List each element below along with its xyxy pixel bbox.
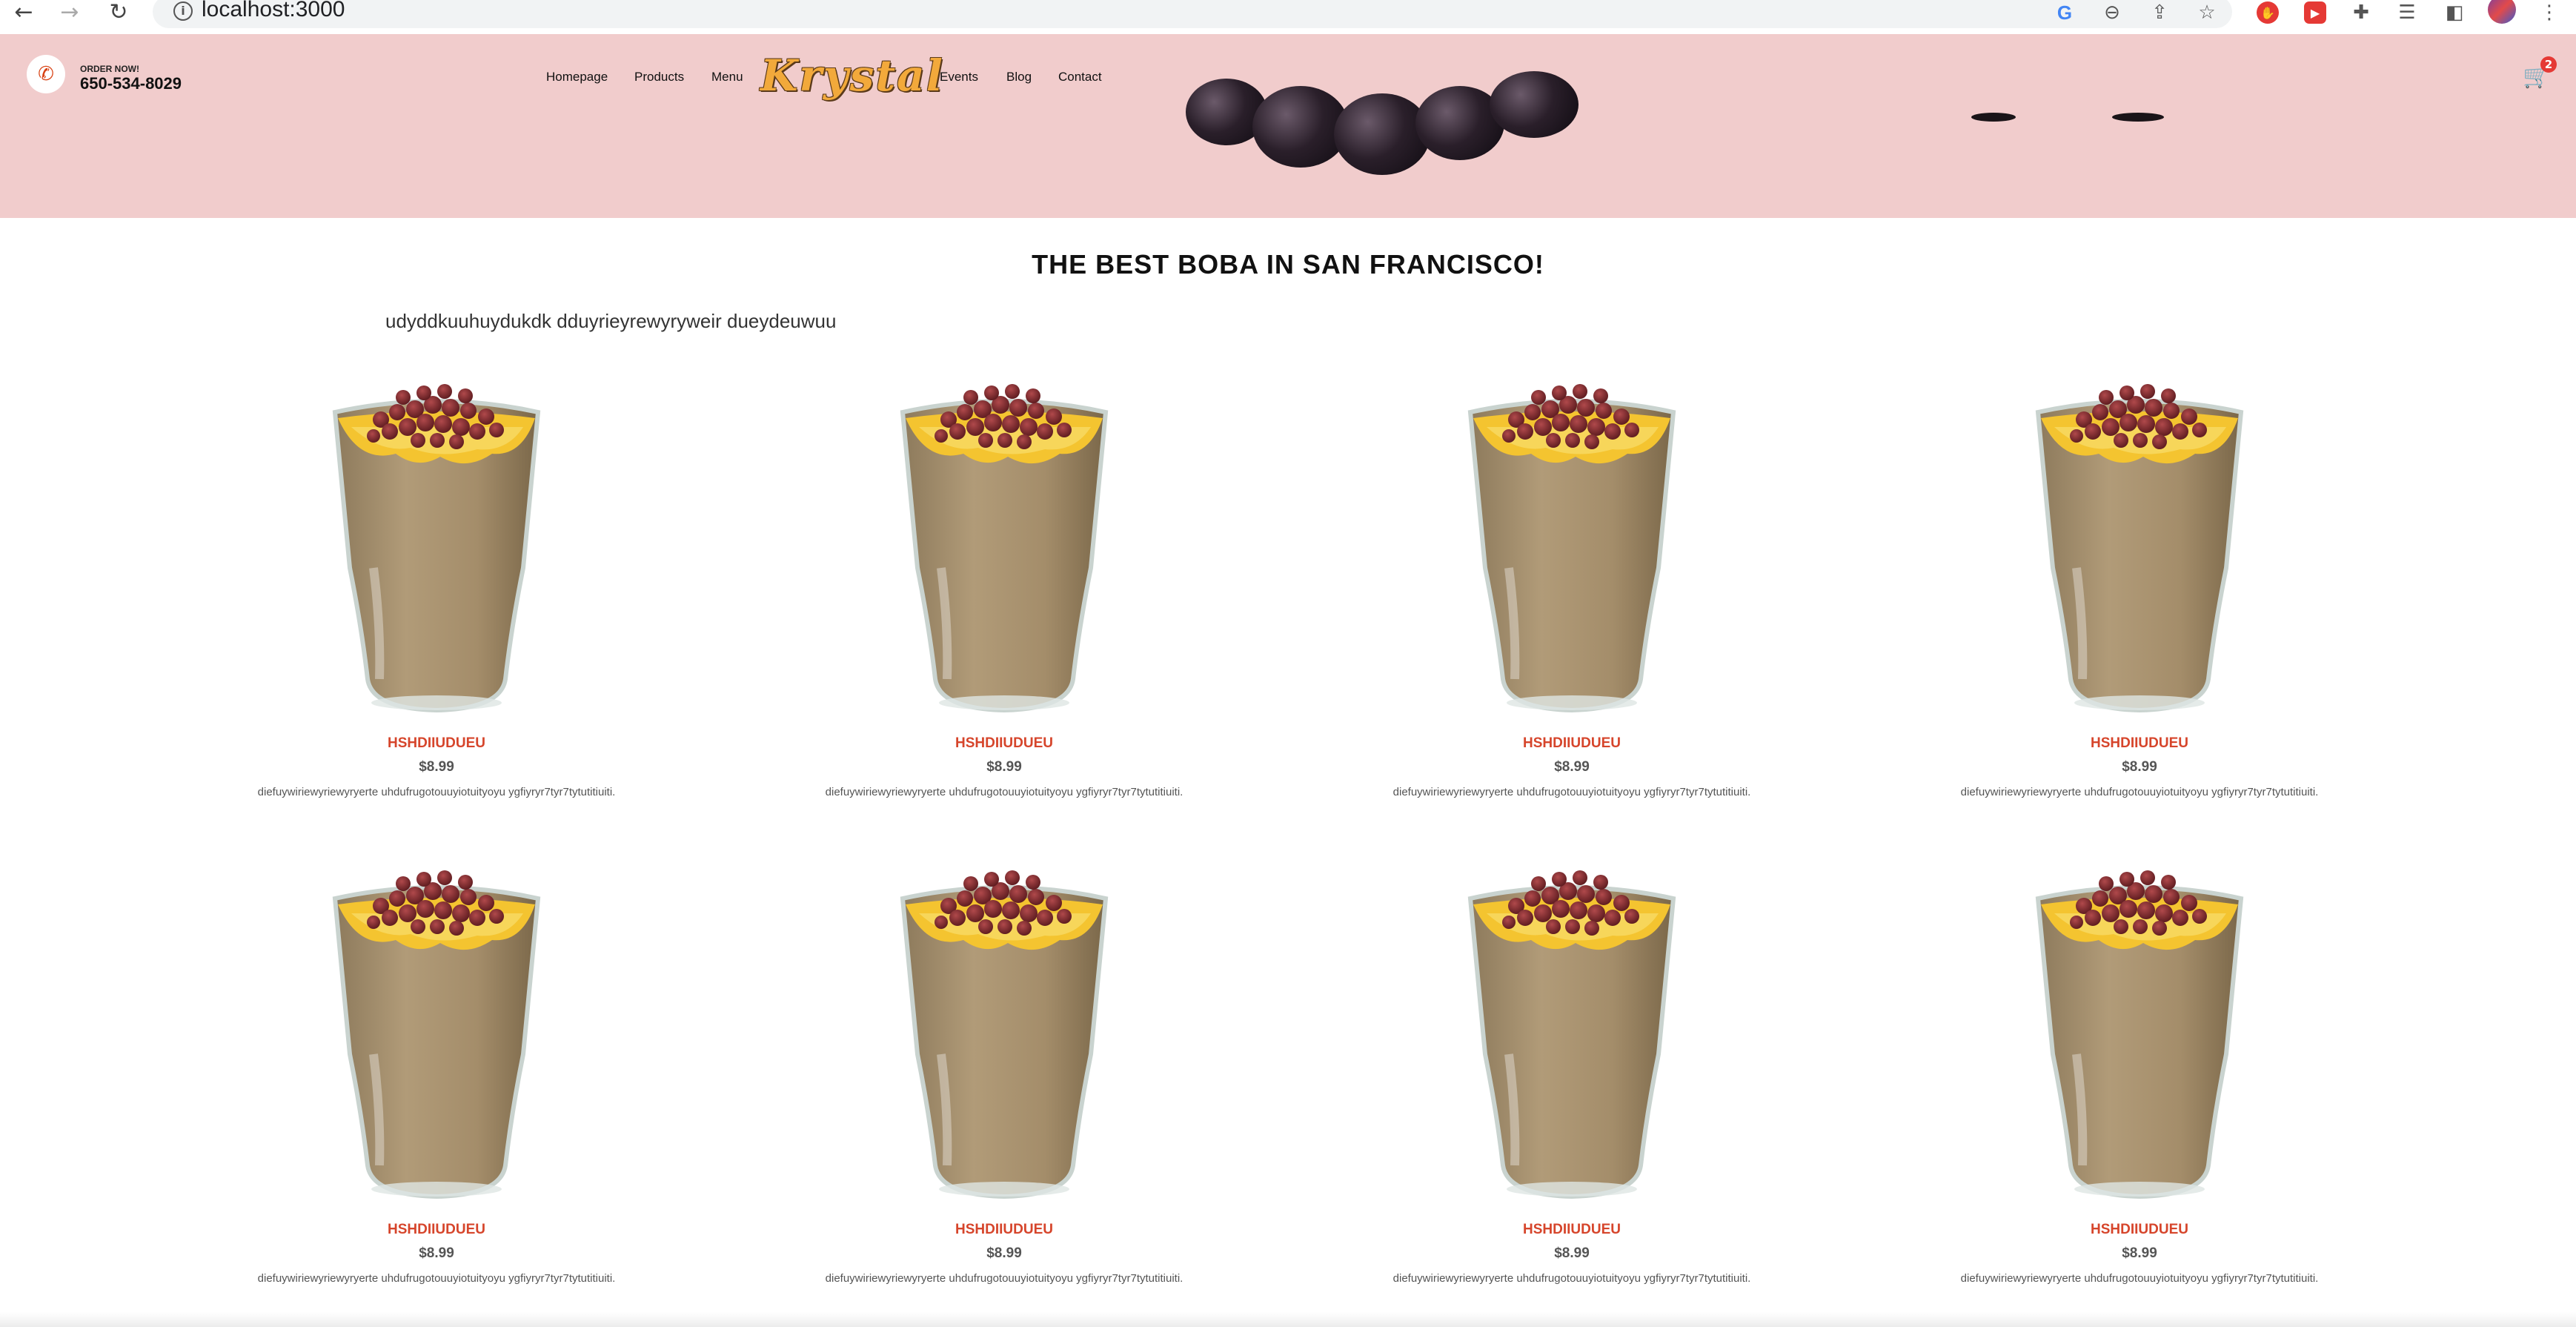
- product-description: diefuywiriewyriewyryerte uhdufrugotouuyi…: [1392, 786, 1751, 798]
- product-name[interactable]: HSHDIIUDUEU: [1288, 735, 1856, 752]
- product-description: diefuywiriewyriewyryerte uhdufrugotouuyi…: [1392, 1272, 1751, 1285]
- boba-cup-image: [329, 383, 544, 715]
- boba-cup-image: [897, 869, 1112, 1201]
- back-icon[interactable]: ←: [7, 0, 40, 25]
- boba-cup-image: [2032, 383, 2247, 715]
- product-price: $8.99: [419, 1245, 454, 1261]
- phone-icon[interactable]: ✆: [27, 55, 65, 93]
- page-bottom-edge: [0, 1312, 2576, 1327]
- product-card[interactable]: HSHDIIUDUEU $8.99 diefuywiriewyriewyryer…: [720, 869, 1288, 1285]
- intro-text: udyddkuuhuydukdk dduyrieyrewyryweir duey…: [385, 310, 837, 332]
- google-icon[interactable]: G: [2050, 0, 2079, 25]
- boba-cup-image: [897, 383, 1112, 715]
- banner-pearl-shadow: [2112, 113, 2164, 122]
- nav-events[interactable]: Events: [940, 70, 978, 85]
- product-description: diefuywiriewyriewyryerte uhdufrugotouuyi…: [257, 1272, 616, 1285]
- product-name[interactable]: HSHDIIUDUEU: [1856, 735, 2423, 752]
- product-price: $8.99: [1554, 1245, 1590, 1261]
- share-icon[interactable]: ⇪: [2145, 0, 2174, 25]
- product-price: $8.99: [2122, 1245, 2157, 1261]
- nav-products[interactable]: Products: [634, 70, 684, 85]
- product-description: diefuywiriewyriewyryerte uhdufrugotouuyi…: [1960, 786, 2319, 798]
- product-description: diefuywiriewyriewyryerte uhdufrugotouuyi…: [1960, 1272, 2319, 1285]
- product-card[interactable]: HSHDIIUDUEU $8.99 diefuywiriewyriewyryer…: [1288, 383, 1856, 798]
- product-description: diefuywiriewyriewyryerte uhdufrugotouuyi…: [825, 786, 1184, 798]
- profile-avatar[interactable]: [2487, 0, 2517, 24]
- product-card[interactable]: HSHDIIUDUEU $8.99 diefuywiriewyriewyryer…: [153, 383, 720, 798]
- more-menu-icon[interactable]: ⋮: [2534, 0, 2564, 25]
- site-header: ✆ ORDER NOW! 650-534-8029 Homepage Produ…: [0, 34, 2576, 218]
- product-name[interactable]: HSHDIIUDUEU: [1856, 1222, 2423, 1238]
- zoom-out-icon[interactable]: ⊖: [2097, 0, 2127, 25]
- product-name[interactable]: HSHDIIUDUEU: [153, 1222, 720, 1238]
- reload-icon[interactable]: ↻: [102, 0, 135, 25]
- boba-cup-image: [329, 869, 544, 1201]
- site-logo[interactable]: Krystal: [760, 50, 944, 101]
- phone-number[interactable]: 650-534-8029: [80, 74, 182, 93]
- browser-toolbar: ← → ↻ i localhost:3000 G ⊖ ⇪ ☆ ✋ ▶ ✚ ☰ ◧…: [0, 0, 2576, 35]
- boba-cup-image: [1464, 383, 1679, 715]
- address-bar[interactable]: i localhost:3000: [153, 0, 2232, 28]
- nav-homepage[interactable]: Homepage: [546, 70, 608, 85]
- cart-count-badge: 2: [2540, 56, 2557, 73]
- product-price: $8.99: [419, 759, 454, 775]
- nav-menu[interactable]: Menu: [711, 70, 743, 85]
- banner-pearl-shadow: [1971, 113, 2016, 122]
- product-price: $8.99: [1554, 759, 1590, 775]
- product-name[interactable]: HSHDIIUDUEU: [1288, 1222, 1856, 1238]
- extension-red-icon[interactable]: ✋: [2253, 0, 2283, 25]
- cart-icon[interactable]: 🛒 2: [2523, 56, 2557, 93]
- side-panel-icon[interactable]: ◧: [2440, 0, 2469, 25]
- product-price: $8.99: [986, 1245, 1022, 1261]
- youtube-extension-icon[interactable]: ▶: [2300, 0, 2330, 25]
- product-card[interactable]: HSHDIIUDUEU $8.99 diefuywiriewyriewyryer…: [1856, 383, 2423, 798]
- product-card[interactable]: HSHDIIUDUEU $8.99 diefuywiriewyriewyryer…: [720, 383, 1288, 798]
- info-icon[interactable]: i: [173, 1, 193, 21]
- puzzle-extensions-icon[interactable]: ✚: [2346, 0, 2376, 25]
- page-headline: THE BEST BOBA IN SAN FRANCISCO!: [1032, 249, 1544, 279]
- product-description: diefuywiriewyriewyryerte uhdufrugotouuyi…: [825, 1272, 1184, 1285]
- product-name[interactable]: HSHDIIUDUEU: [720, 735, 1288, 752]
- product-card[interactable]: HSHDIIUDUEU $8.99 diefuywiriewyriewyryer…: [153, 869, 720, 1285]
- product-price: $8.99: [986, 759, 1022, 775]
- product-description: diefuywiriewyriewyryerte uhdufrugotouuyi…: [257, 786, 616, 798]
- forward-icon[interactable]: →: [53, 0, 86, 25]
- nav-blog[interactable]: Blog: [1006, 70, 1032, 85]
- boba-cup-image: [1464, 869, 1679, 1201]
- reading-list-icon[interactable]: ☰: [2392, 0, 2422, 25]
- nav-contact[interactable]: Contact: [1058, 70, 1102, 85]
- product-name[interactable]: HSHDIIUDUEU: [720, 1222, 1288, 1238]
- product-price: $8.99: [2122, 759, 2157, 775]
- product-card[interactable]: HSHDIIUDUEU $8.99 diefuywiriewyriewyryer…: [1856, 869, 2423, 1285]
- boba-cup-image: [2032, 869, 2247, 1201]
- product-card[interactable]: HSHDIIUDUEU $8.99 diefuywiriewyriewyryer…: [1288, 869, 1856, 1285]
- order-now-label: ORDER NOW!: [80, 64, 139, 74]
- url-text: localhost:3000: [202, 0, 345, 21]
- product-name[interactable]: HSHDIIUDUEU: [153, 735, 720, 752]
- star-icon[interactable]: ☆: [2192, 0, 2222, 25]
- banner-pearls-image: [1186, 71, 1645, 182]
